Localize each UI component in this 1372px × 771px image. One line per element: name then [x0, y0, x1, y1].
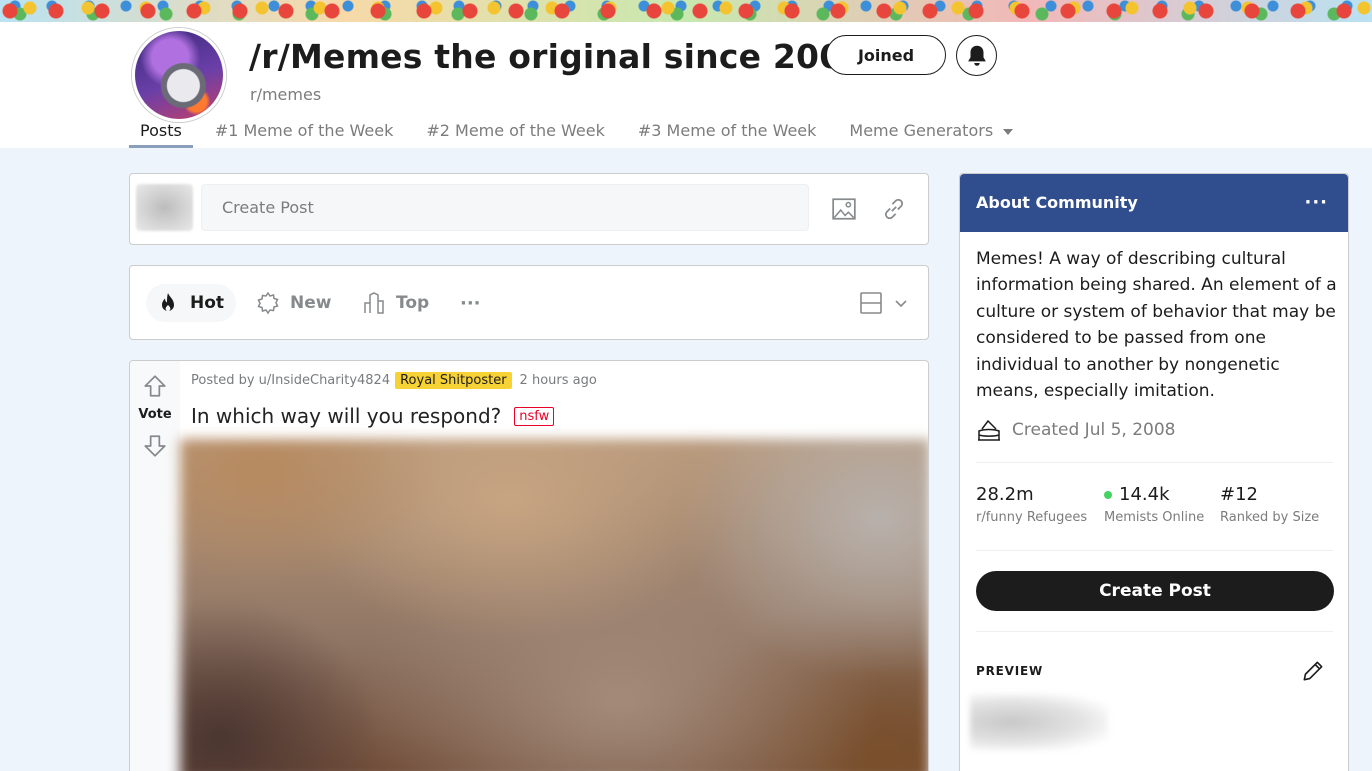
sort-hot-label: Hot [190, 293, 225, 313]
pencil-icon[interactable] [1300, 658, 1326, 684]
stat-rank: #12 Ranked by Size [1220, 484, 1319, 525]
tab-meme-of-week-2[interactable]: #2 Meme of the Week [415, 118, 616, 148]
nsfw-badge: nsfw [514, 406, 555, 426]
cake-icon [978, 419, 1000, 441]
post-title[interactable]: In which way will you respond? [191, 404, 501, 428]
sort-hot-button[interactable]: Hot [146, 284, 237, 322]
post-author[interactable]: Posted by u/InsideCharity4824 [191, 373, 390, 388]
image-upload-icon[interactable] [831, 196, 857, 222]
stat-online-value: 14.4k [1119, 484, 1170, 505]
preview-label: PREVIEW [976, 664, 1044, 678]
create-post-button[interactable]: Create Post [976, 571, 1334, 611]
user-avatar[interactable] [136, 184, 193, 231]
sort-new-button[interactable]: New [256, 284, 331, 322]
divider [976, 631, 1333, 632]
chevron-down-icon [895, 300, 907, 308]
about-community-widget: About Community ··· Memes! A way of desc… [959, 173, 1349, 771]
post-meta: Posted by u/InsideCharity4824 Royal Shit… [191, 372, 597, 389]
created-date: Created Jul 5, 2008 [1012, 420, 1176, 440]
online-dot-icon [1104, 490, 1112, 499]
tab-posts[interactable]: Posts [129, 118, 193, 148]
card-view-icon [860, 292, 882, 314]
sort-bar: Hot New Top ··· [129, 265, 929, 340]
page-title: /r/Memes the original since 2008 [249, 37, 866, 76]
divider [976, 462, 1333, 463]
sort-top-label: Top [396, 293, 430, 313]
tab-meme-of-week-3[interactable]: #3 Meme of the Week [627, 118, 828, 148]
upvote-arrow-icon[interactable] [142, 373, 168, 399]
tab-meme-of-week-1[interactable]: #1 Meme of the Week [204, 118, 405, 148]
vote-count: Vote [138, 407, 172, 422]
community-banner [0, 0, 1372, 22]
tab-meme-generators-label: Meme Generators [849, 121, 994, 140]
sort-top-button[interactable]: Top [362, 284, 429, 322]
stat-members: 28.2m r/funny Refugees [976, 484, 1087, 525]
chevron-down-icon [1003, 128, 1014, 135]
top-chart-icon [364, 292, 384, 314]
stat-members-value: 28.2m [976, 484, 1034, 505]
downvote-arrow-icon[interactable] [142, 433, 168, 459]
post-time[interactable]: 2 hours ago [520, 373, 597, 388]
community-tabs: Posts #1 Meme of the Week #2 Meme of the… [129, 118, 1035, 148]
bell-icon [967, 45, 986, 66]
more-options-icon[interactable]: ··· [1304, 174, 1328, 232]
stat-rank-label: Ranked by Size [1220, 510, 1320, 525]
created-date-row: Created Jul 5, 2008 [976, 418, 1175, 442]
community-avatar [132, 28, 226, 122]
flame-icon [162, 293, 174, 312]
post-title-row: In which way will you respond? nsfw [191, 404, 555, 428]
stat-rank-value: #12 [1220, 484, 1258, 505]
tab-meme-generators[interactable]: Meme Generators [838, 118, 1024, 148]
user-flair: Royal Shitposter [395, 372, 512, 389]
link-icon[interactable] [881, 196, 907, 222]
post-card[interactable]: Vote Posted by u/InsideCharity4824 Royal… [129, 360, 929, 771]
stat-members-label: r/funny Refugees [976, 510, 1088, 525]
about-heading: About Community [976, 193, 1138, 212]
view-mode-button[interactable] [859, 284, 909, 322]
preview-thumbnail [970, 694, 1108, 750]
stat-online-label: Memists Online [1104, 510, 1205, 525]
burst-icon [257, 291, 279, 315]
create-post-bar: Create Post [129, 173, 929, 245]
sort-more-button[interactable]: ··· [460, 284, 481, 322]
about-header: About Community ··· [960, 174, 1348, 232]
notification-bell-button[interactable] [956, 35, 997, 76]
divider [976, 550, 1333, 551]
joined-button[interactable]: Joined [826, 35, 946, 75]
post-image-blurred[interactable] [180, 439, 928, 771]
vote-column: Vote [130, 361, 180, 771]
create-post-input[interactable]: Create Post [201, 184, 809, 231]
community-header: /r/Memes the original since 2008 r/memes… [0, 22, 1372, 148]
sort-new-label: New [290, 293, 332, 313]
stat-online: 14.4k Memists Online [1104, 484, 1204, 525]
subreddit-name: r/memes [250, 85, 322, 104]
community-description: Memes! A way of describing cultural info… [976, 249, 1337, 402]
